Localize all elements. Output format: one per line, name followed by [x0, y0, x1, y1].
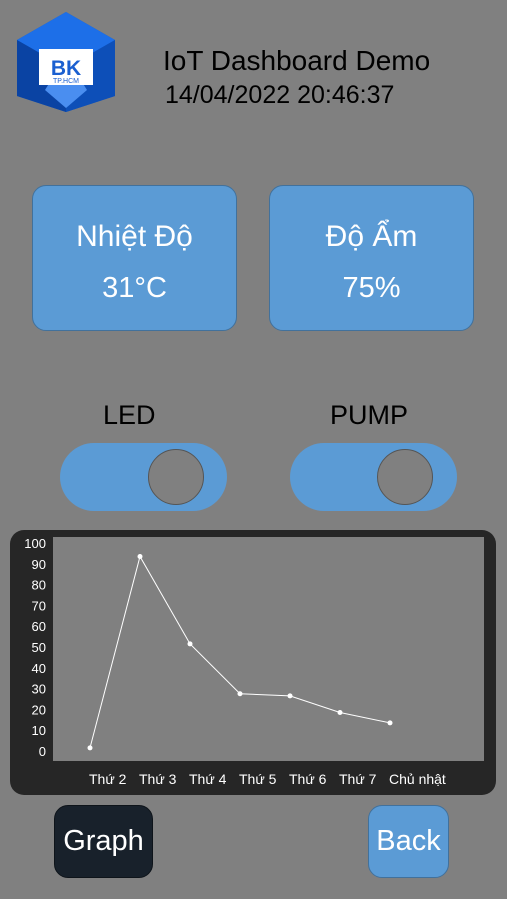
x-tick-label: Thứ 5 [239, 771, 277, 787]
y-tick-label: 0 [39, 744, 46, 759]
data-point [187, 641, 193, 647]
temperature-value: 31°C [102, 272, 167, 304]
y-tick-label: 80 [32, 578, 46, 593]
y-tick-label: 30 [32, 682, 46, 697]
data-point [87, 745, 93, 751]
logo-subtext: TP.HCM [53, 78, 79, 85]
humidity-label: Độ Ẩm [325, 220, 418, 253]
humidity-value: 75% [342, 272, 401, 304]
data-point [237, 691, 243, 697]
x-tick-label: Thứ 4 [189, 771, 227, 787]
temperature-label: Nhiệt Độ [76, 220, 193, 253]
x-tick-label: Thứ 7 [339, 771, 377, 787]
led-toggle[interactable] [60, 443, 227, 511]
led-toggle-knob[interactable] [148, 449, 204, 505]
pump-toggle-knob[interactable] [377, 449, 433, 505]
y-tick-label: 100 [24, 536, 46, 551]
chart-panel: 0 10 20 30 40 50 60 70 80 90 100 Thứ 2 Thứ 3 Thứ 4 Thứ… [10, 530, 496, 795]
x-tick-label: Chủ nhật [389, 771, 446, 787]
y-tick-label: 70 [32, 598, 46, 613]
pump-label: PUMP [330, 400, 409, 430]
bk-logo: BK TP.HCM [17, 12, 115, 112]
humidity-card: Độ Ẩm 75% [269, 185, 474, 331]
y-tick-label: 20 [32, 702, 46, 717]
data-point [387, 720, 393, 726]
app-title: IoT Dashboard Demo [163, 45, 431, 76]
y-tick-label: 50 [32, 640, 46, 655]
data-point [287, 693, 293, 699]
datetime-display: 14/04/2022 20:46:37 [165, 81, 395, 109]
y-tick-label: 10 [32, 723, 46, 738]
data-point [337, 709, 343, 715]
x-tick-label: Thứ 2 [89, 771, 127, 787]
plot-area [53, 537, 484, 761]
x-tick-label: Thứ 3 [139, 771, 177, 787]
y-tick-label: 40 [32, 661, 46, 676]
y-tick-label: 60 [32, 619, 46, 634]
x-tick-label: Thứ 6 [289, 771, 327, 787]
graph-button[interactable]: Graph [54, 805, 153, 878]
data-point [137, 553, 143, 559]
back-button[interactable]: Back [368, 805, 449, 878]
line-chart: 0 10 20 30 40 50 60 70 80 90 100 Thứ 2 Thứ 3 Thứ 4 Thứ… [24, 536, 484, 787]
logo-text: BK [51, 57, 81, 80]
temperature-card: Nhiệt Độ 31°C [32, 185, 237, 331]
led-label: LED [103, 400, 156, 430]
y-tick-label: 90 [32, 557, 46, 572]
pump-toggle[interactable] [290, 443, 457, 511]
